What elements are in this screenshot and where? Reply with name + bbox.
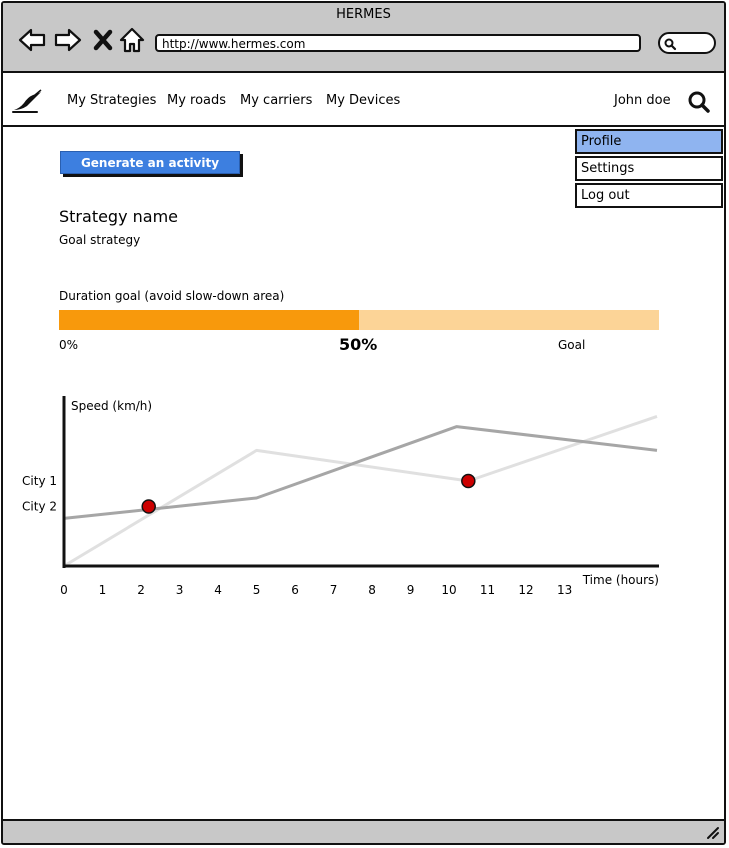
- window-title: HERMES: [336, 7, 391, 22]
- progress-value-label: 50%: [339, 335, 378, 354]
- menu-item-settings[interactable]: Settings: [575, 156, 723, 181]
- search-icon[interactable]: [687, 90, 711, 114]
- nav-my-carriers[interactable]: My carriers: [240, 93, 312, 108]
- marker-point-1: [141, 499, 156, 514]
- goal-label: Duration goal (avoid slow-down area): [59, 289, 285, 303]
- back-arrow-icon[interactable]: [17, 25, 47, 55]
- browser-window: HERMES http://www.hermes.com My Strategi…: [1, 1, 726, 845]
- title-bar: HERMES http://www.hermes.com: [3, 3, 724, 73]
- chart-ylabel: Speed (km/h): [71, 399, 152, 413]
- menu-item-profile[interactable]: Profile: [575, 129, 723, 154]
- nav-my-roads[interactable]: My roads: [167, 93, 226, 108]
- forward-arrow-icon[interactable]: [53, 25, 83, 55]
- strategy-name-heading: Strategy name: [59, 207, 179, 226]
- x-tick-label: 4: [214, 583, 222, 597]
- x-tick-label: 13: [557, 583, 572, 597]
- x-tick-label: 12: [518, 583, 533, 597]
- x-tick-label: 5: [253, 583, 261, 597]
- chart-xlabel: Time (hours): [582, 573, 659, 587]
- top-nav: My Strategies My roads My carriers My De…: [3, 75, 724, 127]
- x-tick-label: 0: [60, 583, 68, 597]
- home-icon[interactable]: [117, 25, 147, 55]
- stop-x-icon[interactable]: [89, 25, 119, 55]
- progress-start-label: 0%: [59, 338, 79, 352]
- goal-progress-bar: [59, 310, 659, 330]
- generate-report-button[interactable]: Generate an activity report: [60, 151, 240, 193]
- marker-point-2: [461, 473, 476, 489]
- user-menu: Profile Settings Log out: [575, 129, 723, 210]
- status-bar: [3, 819, 724, 843]
- x-tick-label: 1: [99, 583, 107, 597]
- x-tick-label: 8: [368, 583, 376, 597]
- x-tick-label: 10: [441, 583, 456, 597]
- strategy-subtitle: Goal strategy: [59, 233, 141, 247]
- y-tick-label: City 1: [22, 474, 57, 488]
- nav-my-strategies[interactable]: My Strategies: [67, 93, 156, 108]
- search-icon: [664, 38, 677, 51]
- user-name[interactable]: John doe: [614, 93, 671, 108]
- hermes-logo-icon[interactable]: [11, 88, 45, 114]
- x-tick-label: 7: [330, 583, 338, 597]
- y-tick-label: City 2: [22, 500, 57, 514]
- goal-progress-fill: [59, 310, 359, 330]
- nav-my-devices[interactable]: My Devices: [326, 93, 400, 108]
- x-tick-label: 6: [291, 583, 299, 597]
- x-tick-label: 9: [407, 583, 415, 597]
- x-tick-label: 2: [137, 583, 145, 597]
- x-tick-label: 3: [176, 583, 184, 597]
- x-tick-label: 11: [480, 583, 495, 597]
- speed-chart: Speed (km/h) Time (hours) 0 1 2 3 4 5 6 7 8 9 10 11…: [22, 396, 659, 597]
- progress-end-label: Goal: [558, 338, 586, 352]
- url-input[interactable]: http://www.hermes.com: [155, 34, 641, 52]
- resize-grip-icon[interactable]: [704, 824, 720, 840]
- menu-item-log-out[interactable]: Log out: [575, 183, 723, 208]
- browser-search-field[interactable]: [658, 32, 716, 54]
